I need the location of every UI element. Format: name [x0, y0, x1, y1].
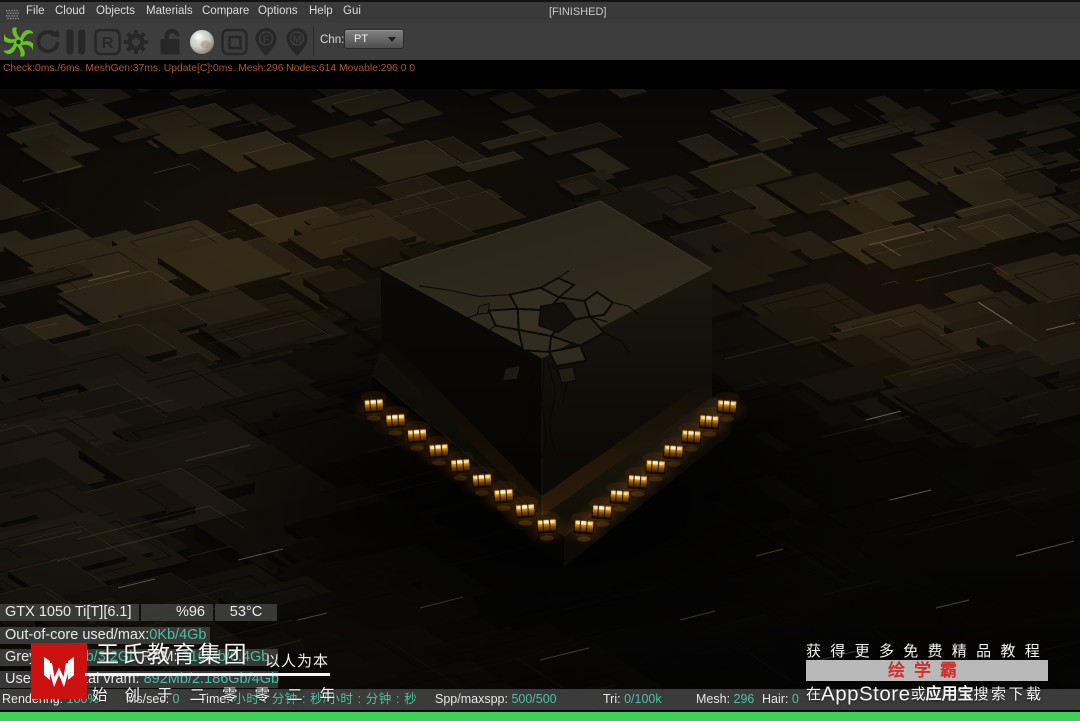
status-mesh-label: Mesh:	[696, 692, 731, 706]
watermark-brand: 王氏教育集团	[96, 641, 249, 667]
watermark-underline	[85, 673, 330, 676]
svg-text:M: M	[293, 33, 302, 45]
menu-cloud[interactable]: Cloud	[55, 5, 85, 17]
gpu-name: GTX 1050 Ti[T][6.1]	[5, 604, 132, 620]
gear-icon	[124, 29, 148, 54]
ad-line2: 在AppStore或应用宝搜索下载	[806, 680, 1044, 706]
status-hair: Hair: 0	[762, 689, 799, 710]
lock-icon	[160, 28, 180, 54]
status-hair-label: Hair:	[762, 692, 789, 706]
status-tri: Tri: 0/100k	[603, 689, 662, 710]
ad-line2-suffix: 搜索下载	[973, 686, 1044, 703]
restart-render-button[interactable]	[34, 28, 62, 56]
render-region-pick-button[interactable]	[221, 28, 248, 55]
status-tri-label: Tri:	[603, 692, 621, 706]
ad-line2-or: 或	[910, 686, 926, 703]
svg-text:F: F	[263, 33, 270, 45]
menu-materials[interactable]: Materials	[146, 5, 193, 17]
pause-icon	[66, 29, 86, 54]
mesh-stats-text: Check:0ms./6ms. MeshGen:37ms. Update[C]:…	[3, 63, 416, 74]
ad-badge: 绘学霸	[806, 660, 1048, 681]
channel-value: PT	[354, 32, 369, 45]
toolbar-separator	[313, 26, 314, 56]
gpu-load: %96	[175, 604, 205, 620]
gpu-temp-cell: 53°C	[215, 604, 277, 621]
status-tri-value: 0/100k	[624, 692, 662, 706]
material-preview-button[interactable]	[189, 29, 215, 55]
region-render-button[interactable]: R	[94, 28, 121, 55]
w-logo-icon	[44, 657, 74, 687]
gpu-load-cell: %96	[141, 604, 213, 621]
box-in-box-icon	[221, 28, 248, 55]
channel-label: Chn:	[320, 34, 345, 46]
ad-line2-prefix: 在	[806, 686, 822, 703]
chevron-down-icon	[388, 37, 396, 42]
material-ball-icon	[190, 29, 214, 54]
restart-icon	[36, 28, 60, 53]
render-progress-fill	[0, 712, 1080, 721]
status-spp-label: Spp/maxspp:	[435, 692, 508, 706]
status-spp-value: 500/500	[511, 692, 557, 706]
render-settings-button[interactable]	[122, 28, 150, 56]
mesh-stats-line: Check:0ms./6ms. MeshGen:37ms. Update[C]:…	[0, 60, 1080, 89]
watermark-logo	[31, 643, 87, 699]
status-mesh: Mesh: 296	[696, 689, 754, 710]
ad-badge-text: 绘学霸	[888, 661, 966, 680]
gpu-name-cell: GTX 1050 Ti[T][6.1]	[0, 604, 139, 621]
menu-file[interactable]: File	[26, 5, 45, 17]
octane-logo-icon	[4, 27, 33, 56]
watermark-subtitle: 始创于二零零二年	[92, 687, 353, 704]
menu-options[interactable]: Options	[258, 5, 298, 17]
status-spp: Spp/maxspp: 500/500	[435, 689, 557, 710]
watermark-slogan: 以人为本	[265, 653, 330, 670]
lock-resolution-button[interactable]	[157, 28, 185, 56]
material-pin-icon: M	[286, 27, 308, 56]
menu-help[interactable]: Help	[309, 5, 333, 17]
menu-compare[interactable]: Compare	[202, 5, 249, 17]
menu-objects[interactable]: Objects	[96, 5, 135, 17]
ad-line2-appstore: AppStore	[821, 682, 911, 706]
toolbar: R F M Chn: PT	[0, 23, 1080, 61]
status-hair-value: 0	[791, 692, 799, 706]
render-status-label: [FINISHED]	[549, 6, 607, 18]
focus-picker-button[interactable]: F	[253, 27, 279, 57]
focus-pin-icon: F	[255, 27, 277, 56]
channel-dropdown[interactable]: PT	[344, 29, 404, 49]
render-progress-bar	[0, 712, 1080, 721]
pause-render-button[interactable]	[64, 29, 88, 55]
ad-line1: 获得更多免费精品教程	[806, 643, 1050, 660]
svg-text:R: R	[102, 35, 114, 52]
r-box-icon: R	[94, 28, 121, 55]
status-mesh-value: 296	[733, 692, 755, 706]
ad-line2-yingyongbao: 应用宝	[925, 686, 974, 703]
octane-logo[interactable]	[4, 27, 33, 56]
gpu-temp: 53°C	[229, 604, 263, 620]
menu-gui[interactable]: Gui	[343, 5, 361, 17]
menu-bar: File Cloud Objects Materials Compare Options H…	[0, 2, 1080, 23]
material-picker-button[interactable]: M	[284, 27, 310, 57]
octane-render-window: File Cloud Objects Materials Compare Options H…	[0, 0, 1080, 721]
